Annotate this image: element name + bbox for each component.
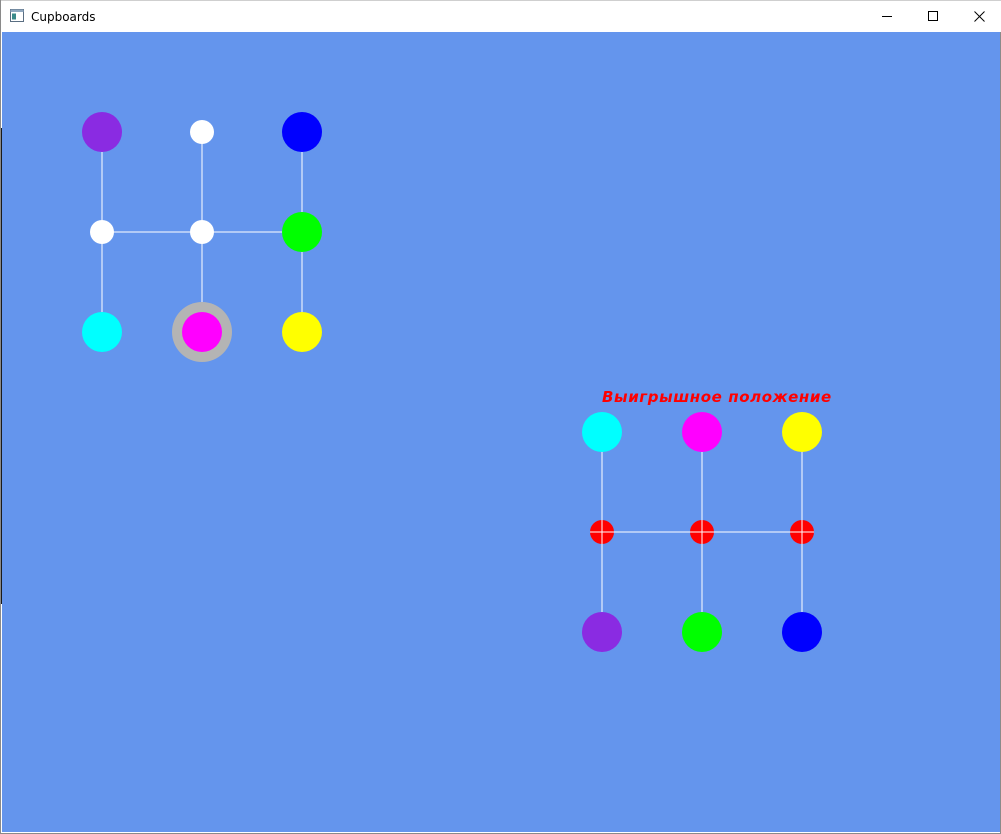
game-piece[interactable] [282, 212, 322, 252]
app-window: Cupboards Выигрышное положение [0, 0, 1001, 834]
game-piece [782, 612, 822, 652]
window-app-icon [10, 9, 24, 22]
game-piece [782, 412, 822, 452]
maximize-icon [927, 11, 938, 21]
game-piece [682, 612, 722, 652]
game-piece[interactable] [82, 112, 122, 152]
game-piece[interactable] [82, 312, 122, 352]
game-piece[interactable] [282, 312, 322, 352]
empty-node[interactable] [190, 220, 214, 244]
empty-node[interactable] [90, 220, 114, 244]
game-piece [582, 612, 622, 652]
current-board[interactable] [82, 112, 322, 362]
game-piece[interactable] [282, 112, 322, 152]
minimize-button[interactable] [864, 1, 910, 32]
game-piece[interactable] [182, 312, 222, 352]
game-board-svg[interactable]: Выигрышное положение [2, 32, 1000, 832]
game-canvas[interactable]: Выигрышное положение [2, 32, 1000, 832]
game-piece [682, 412, 722, 452]
close-icon [973, 11, 985, 22]
close-button[interactable] [956, 1, 1001, 32]
minimize-icon [881, 16, 892, 17]
title-bar[interactable]: Cupboards [1, 0, 1001, 32]
game-piece [582, 412, 622, 452]
window-left-edge [1, 128, 2, 604]
winning-position-label: Выигрышное положение [602, 388, 832, 406]
window-title: Cupboards [31, 10, 96, 24]
empty-node[interactable] [190, 120, 214, 144]
maximize-button[interactable] [910, 1, 956, 32]
winning-board: Выигрышное положение [582, 388, 832, 652]
